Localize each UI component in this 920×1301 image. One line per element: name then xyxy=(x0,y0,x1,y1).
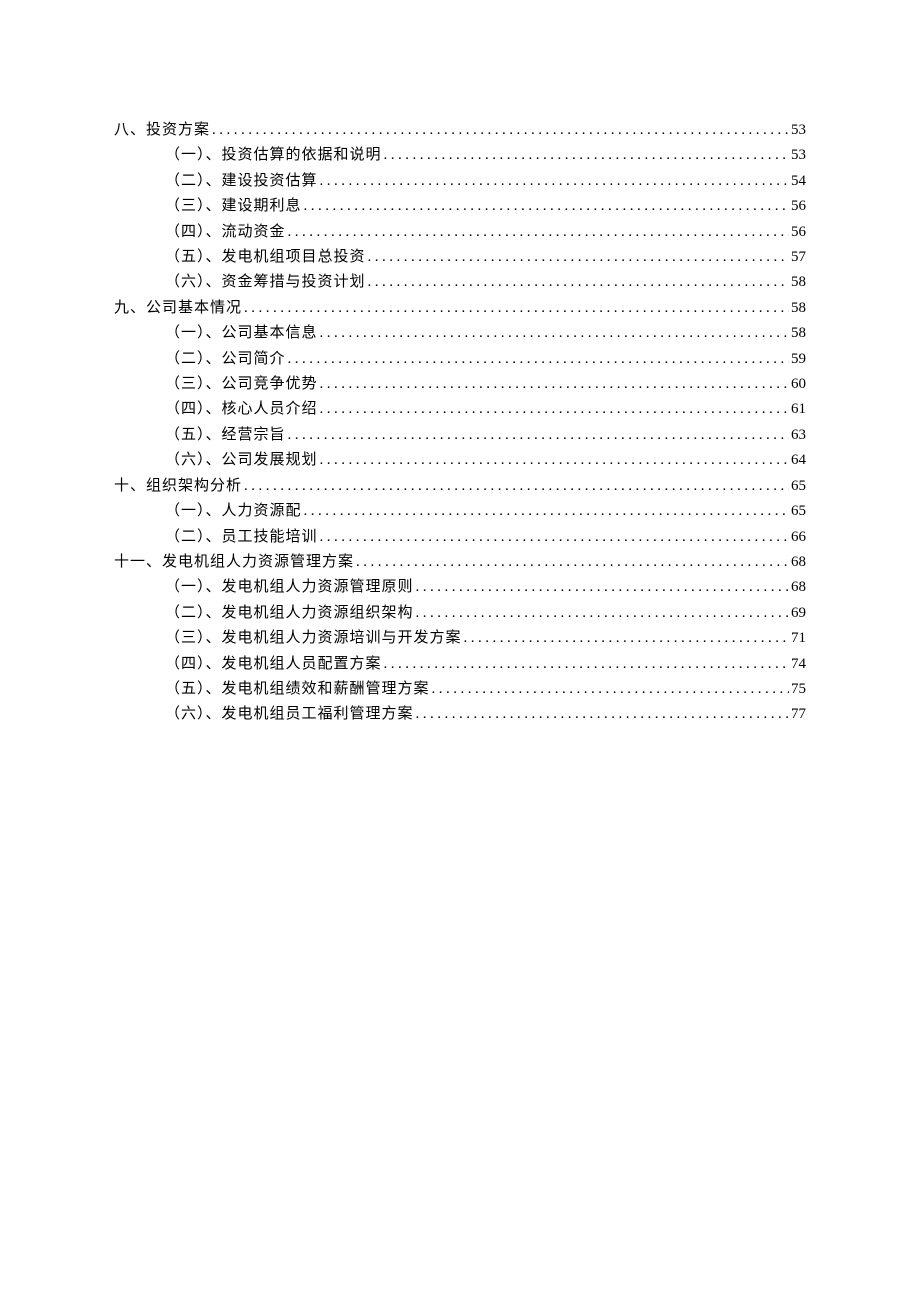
toc-dot-leader xyxy=(320,372,789,397)
toc-entry: （一）、投资估算的依据和说明 53 xyxy=(114,143,806,168)
toc-entry-label: （五）、发电机组项目总投资 xyxy=(165,245,366,270)
toc-entry: （二）、员工技能培训 66 xyxy=(114,525,806,550)
toc-entry: （二）、建设投资估算 54 xyxy=(114,169,806,194)
toc-entry-label: （一）、公司基本信息 xyxy=(165,321,318,346)
toc-entry: 八、投资方案 53 xyxy=(114,118,806,143)
toc-entry-page: 53 xyxy=(791,118,806,143)
toc-dot-leader xyxy=(368,270,789,295)
toc-entry: （三）、公司竞争优势 60 xyxy=(114,372,806,397)
toc-dot-leader xyxy=(288,220,789,245)
toc-entry-label: （三）、公司竞争优势 xyxy=(165,372,318,397)
toc-entry-page: 68 xyxy=(791,575,806,600)
toc-entry-page: 53 xyxy=(791,143,806,168)
toc-entry: （二）、公司简介 59 xyxy=(114,347,806,372)
toc-dot-leader xyxy=(320,169,789,194)
toc-dot-leader xyxy=(320,321,789,346)
table-of-contents: 八、投资方案53（一）、投资估算的依据和说明53（二）、建设投资估算54（三）、… xyxy=(114,118,806,728)
toc-entry-label: （五）、发电机组绩效和薪酬管理方案 xyxy=(165,677,430,702)
toc-entry-page: 60 xyxy=(791,372,806,397)
toc-entry: （五）、发电机组绩效和薪酬管理方案 75 xyxy=(114,677,806,702)
toc-entry-label: （三）、发电机组人力资源培训与开发方案 xyxy=(165,626,462,651)
toc-dot-leader xyxy=(368,245,789,270)
toc-entry-page: 61 xyxy=(791,397,806,422)
toc-entry-label: （四）、核心人员介绍 xyxy=(165,397,318,422)
toc-entry-label: （二）、发电机组人力资源组织架构 xyxy=(165,601,414,626)
toc-entry-label: （二）、公司简介 xyxy=(165,347,286,372)
toc-dot-leader xyxy=(416,702,789,727)
toc-entry-page: 64 xyxy=(791,448,806,473)
toc-dot-leader xyxy=(320,448,789,473)
toc-entry-page: 69 xyxy=(791,601,806,626)
toc-entry: （六）、资金筹措与投资计划 58 xyxy=(114,270,806,295)
toc-entry-label: （二）、建设投资估算 xyxy=(165,169,318,194)
toc-entry-label: （五）、经营宗旨 xyxy=(165,423,286,448)
toc-entry-page: 56 xyxy=(791,220,806,245)
toc-dot-leader xyxy=(320,397,789,422)
toc-dot-leader xyxy=(464,626,789,651)
toc-entry: （六）、发电机组员工福利管理方案 77 xyxy=(114,702,806,727)
toc-entry: （一）、发电机组人力资源管理原则 68 xyxy=(114,575,806,600)
toc-entry-label: （一）、人力资源配 xyxy=(165,499,302,524)
toc-entry-page: 71 xyxy=(791,626,806,651)
toc-entry-page: 75 xyxy=(791,677,806,702)
toc-dot-leader xyxy=(416,601,789,626)
toc-entry: （五）、发电机组项目总投资 57 xyxy=(114,245,806,270)
toc-dot-leader xyxy=(432,677,789,702)
toc-entry: （四）、核心人员介绍 61 xyxy=(114,397,806,422)
toc-dot-leader xyxy=(416,575,789,600)
toc-entry: （一）、人力资源配 65 xyxy=(114,499,806,524)
toc-entry: （四）、发电机组人员配置方案 74 xyxy=(114,652,806,677)
toc-entry: （五）、经营宗旨 63 xyxy=(114,423,806,448)
toc-dot-leader xyxy=(212,118,789,143)
toc-entry-label: （四）、发电机组人员配置方案 xyxy=(165,652,382,677)
toc-dot-leader xyxy=(356,550,789,575)
toc-entry-page: 65 xyxy=(791,499,806,524)
toc-entry-page: 58 xyxy=(791,296,806,321)
toc-entry: （三）、建设期利息 56 xyxy=(114,194,806,219)
toc-entry-label: 九、公司基本情况 xyxy=(114,296,242,321)
toc-entry-label: 十一、发电机组人力资源管理方案 xyxy=(114,550,354,575)
toc-entry: 十一、发电机组人力资源管理方案 68 xyxy=(114,550,806,575)
toc-entry-label: （一）、发电机组人力资源管理原则 xyxy=(165,575,414,600)
toc-entry-label: 十、组织架构分析 xyxy=(114,474,242,499)
toc-entry: （一）、公司基本信息 58 xyxy=(114,321,806,346)
toc-entry: 十、组织架构分析 65 xyxy=(114,474,806,499)
toc-dot-leader xyxy=(384,143,789,168)
toc-entry-page: 58 xyxy=(791,270,806,295)
toc-entry-page: 66 xyxy=(791,525,806,550)
toc-dot-leader xyxy=(244,474,789,499)
toc-entry-page: 59 xyxy=(791,347,806,372)
toc-dot-leader xyxy=(288,423,789,448)
toc-entry-page: 77 xyxy=(791,702,806,727)
toc-dot-leader xyxy=(304,499,789,524)
toc-entry-label: （二）、员工技能培训 xyxy=(165,525,318,550)
toc-entry-page: 63 xyxy=(791,423,806,448)
toc-dot-leader xyxy=(288,347,789,372)
toc-entry-page: 58 xyxy=(791,321,806,346)
toc-dot-leader xyxy=(320,525,789,550)
toc-entry-page: 57 xyxy=(791,245,806,270)
toc-entry-label: （一）、投资估算的依据和说明 xyxy=(165,143,382,168)
toc-entry-label: （三）、建设期利息 xyxy=(165,194,302,219)
toc-dot-leader xyxy=(244,296,789,321)
toc-entry-label: 八、投资方案 xyxy=(114,118,210,143)
toc-entry-page: 54 xyxy=(791,169,806,194)
toc-entry-label: （六）、资金筹措与投资计划 xyxy=(165,270,366,295)
toc-entry: （二）、发电机组人力资源组织架构 69 xyxy=(114,601,806,626)
toc-entry-page: 56 xyxy=(791,194,806,219)
toc-entry: （六）、公司发展规划 64 xyxy=(114,448,806,473)
toc-entry: 九、公司基本情况 58 xyxy=(114,296,806,321)
toc-dot-leader xyxy=(384,652,789,677)
toc-entry-page: 74 xyxy=(791,652,806,677)
toc-entry-label: （六）、发电机组员工福利管理方案 xyxy=(165,702,414,727)
toc-entry: （三）、发电机组人力资源培训与开发方案 71 xyxy=(114,626,806,651)
toc-dot-leader xyxy=(304,194,789,219)
toc-entry-label: （四）、流动资金 xyxy=(165,220,286,245)
toc-entry-page: 68 xyxy=(791,550,806,575)
toc-entry-label: （六）、公司发展规划 xyxy=(165,448,318,473)
toc-entry: （四）、流动资金 56 xyxy=(114,220,806,245)
toc-entry-page: 65 xyxy=(791,474,806,499)
